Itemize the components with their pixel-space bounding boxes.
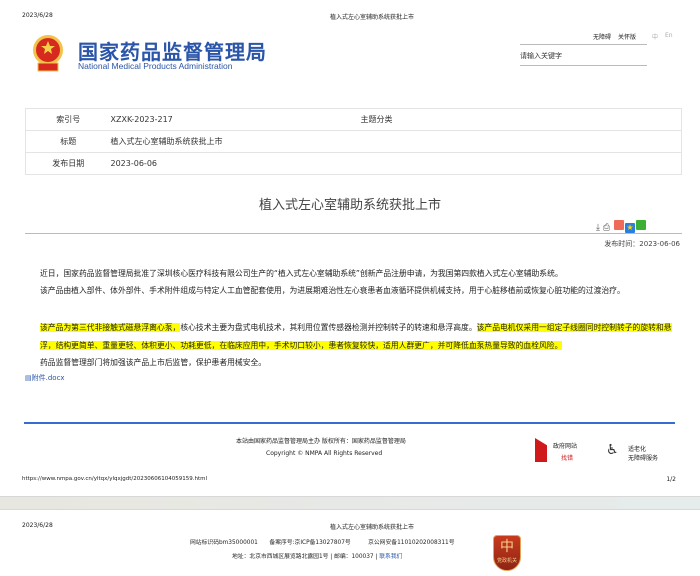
index-label: 索引号 [25, 108, 111, 131]
wechat-share-icon[interactable] [635, 220, 646, 230]
date-value: 2023-06-06 [110, 152, 682, 175]
badge-glyph: 中 [500, 539, 514, 555]
search-input[interactable]: 请输入关键字 [520, 44, 647, 66]
lang-en[interactable]: En [665, 32, 673, 39]
attachment-link[interactable]: ▤附件.docx [25, 373, 65, 383]
party-gov-badge-icon[interactable]: 中 党政机关 [493, 535, 521, 571]
title-label: 标题 [25, 130, 111, 153]
a11y-label: 适老化 [628, 446, 647, 453]
wheelchair-icon: ♿ [606, 442, 619, 458]
gov-error-label-2: 找错 [561, 455, 574, 462]
paragraph-4: 药品监督管理部门将加强该产品上市后监管，保护患者用械安全。 [40, 358, 267, 367]
weibo-share-icon[interactable] [613, 220, 624, 230]
download-icon[interactable]: ⤓ [596, 223, 600, 233]
attachment-name: 附件.docx [31, 374, 65, 382]
a11y-label-2: 无障碍服务 [628, 455, 659, 462]
toolbar: ⤓ ⎙ ★ [596, 220, 646, 233]
page-number: 1/2 [666, 476, 676, 483]
accessibility-link[interactable]: 无障碍 [593, 32, 611, 41]
publish-time: 发布时间：2023-06-06 [604, 240, 680, 248]
page-break [0, 496, 700, 510]
date-label: 发布日期 [25, 152, 111, 175]
footer-copyright: Copyright © NMPA All Rights Reserved [266, 450, 383, 457]
site-registration: 网站标识码bm35000001 备案序号:京ICP备13027807号 京公网安… [190, 540, 455, 546]
address-line: 地址：北京市西城区展览路北露园1号 | 邮编：100037 | 联系我们 [232, 551, 402, 560]
topic-label: 主题分类 [360, 108, 431, 131]
magnifier-icon [535, 438, 547, 462]
site-name-en: National Medical Products Administration [78, 61, 233, 71]
gov-error-label: 政府网站 [553, 443, 578, 450]
print-icon[interactable]: ⎙ [603, 223, 610, 233]
print-date: 2023/6/28 [22, 12, 53, 19]
print-title: 植入式左心室辅助系统获批上市 [330, 14, 415, 21]
index-value: XZXK-2023-217 [110, 108, 361, 131]
elderly-a11y-button[interactable]: ♿ 适老化 无障碍服务 [606, 440, 666, 466]
doc-icon: ▤ [25, 374, 32, 382]
title-value: 植入式左心室辅助系统获批上市 [110, 130, 682, 153]
lang-cn[interactable]: 中 [652, 32, 658, 41]
print-url: https://www.nmpa.gov.cn/yltqx/ylqxjgdt/2… [22, 476, 208, 482]
page2-title: 植入式左心室辅助系统获批上市 [330, 524, 415, 531]
badge-label: 党政机关 [496, 558, 517, 564]
page2-date: 2023/6/28 [22, 522, 53, 529]
article-title: 植入式左心室辅助系统获批上市 [258, 198, 441, 213]
paragraph-1: 近日，国家药品监督管理局批准了深圳核心医疗科技有限公司生产的“植入式左心室辅助系… [40, 269, 563, 278]
footer-divider [24, 422, 675, 424]
highlight-1: 该产品为第三代非接触式磁悬浮离心泵， [40, 323, 181, 332]
topic-value [430, 108, 682, 131]
paragraph-2: 该产品由植入部件、体外部件、手术附件组成与特定人工血管配套使用，为进展期难治性左… [40, 286, 625, 295]
meta-table: 索引号 XZXK-2023-217 主题分类 标题 植入式左心室辅助系统获批上市 发布… [25, 108, 682, 175]
contact-link[interactable]: 联系我们 [379, 554, 402, 560]
address: 地址：北京市西城区展览路北露园1号 | 邮编：100037 | [232, 554, 378, 560]
paragraph-3: 该产品为第三代非接触式磁悬浮离心泵，核心技术主要为盘式电机技术，其利用位置传感器… [25, 319, 682, 354]
care-mode-link[interactable]: 关怀版 [618, 32, 636, 41]
gov-error-report-button[interactable]: 政府网站 找错 [535, 438, 595, 466]
favorite-star-icon[interactable]: ★ [624, 223, 635, 233]
paragraph-3-body: 核心技术主要为盘式电机技术，其利用位置传感器检测并控制转子的转速和悬浮高度。 [180, 323, 477, 332]
national-emblem-icon [30, 33, 66, 73]
footer-sponsor: 本站由国家药品监督管理局主办 版权所有：国家药品监督管理局 [236, 438, 406, 445]
divider [25, 233, 682, 234]
